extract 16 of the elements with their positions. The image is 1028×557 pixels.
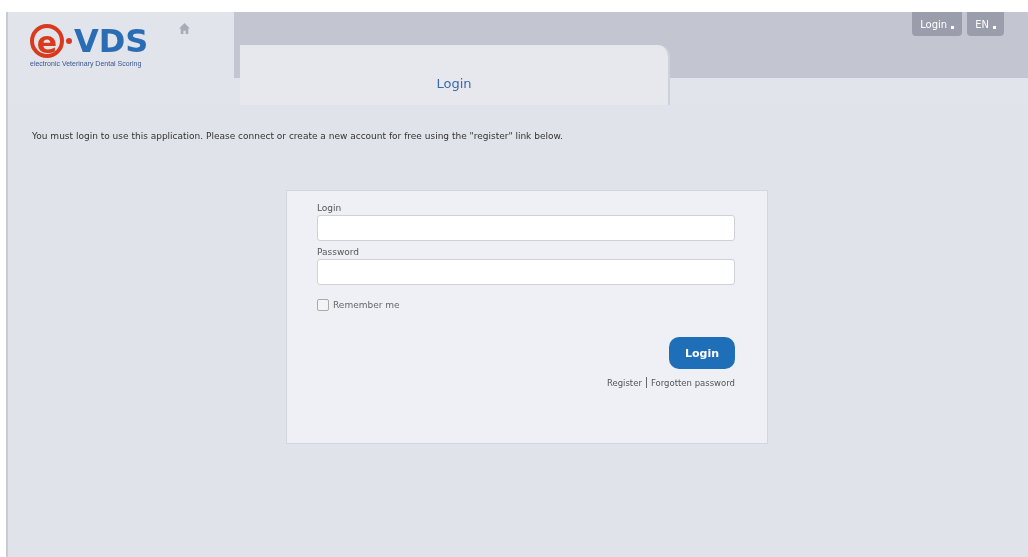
link[interactable]: Forgotten password — [650, 377, 735, 388]
tab[interactable]: Login — [240, 45, 670, 105]
field-label: Password — [317, 247, 360, 257]
field-label: Login — [317, 203, 342, 213]
checkbox-label: Remember me — [333, 300, 400, 310]
login-button[interactable]: Login — [669, 337, 735, 369]
home-icon[interactable] — [178, 22, 192, 35]
checkbox[interactable] — [317, 299, 329, 311]
input-field[interactable] — [317, 259, 735, 285]
caret-icon — [993, 25, 996, 29]
input-field[interactable] — [317, 215, 735, 241]
dropdown-button[interactable]: Login — [912, 12, 963, 36]
link[interactable]: Register — [606, 377, 642, 388]
caret-icon — [951, 25, 955, 29]
dropdown-button[interactable]: EN — [967, 12, 1004, 36]
info-message: You must login to use this application. Please connect or create a new account for free using the "register" link below. — [32, 131, 564, 141]
